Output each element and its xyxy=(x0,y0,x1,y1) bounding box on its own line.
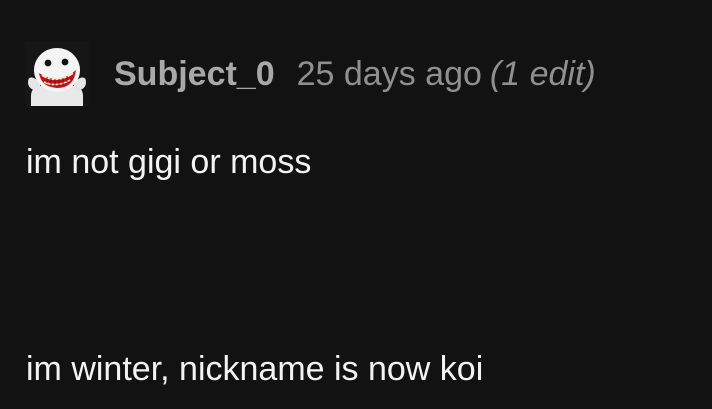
username-link[interactable]: Subject_0 xyxy=(114,55,275,94)
comment-body-line: im winter, nickname is now koi xyxy=(26,350,484,388)
edit-history-note[interactable]: (1 edit) xyxy=(490,55,596,94)
comment-header: Subject_0 25 days ago (1 edit) xyxy=(25,42,596,106)
comment: Subject_0 25 days ago (1 edit) im not gi… xyxy=(0,0,712,409)
comment-timestamp[interactable]: 25 days ago xyxy=(297,55,482,94)
comment-body-line: im not gigi or moss xyxy=(26,143,312,181)
grinning-ghost-avatar-icon[interactable] xyxy=(25,42,89,106)
